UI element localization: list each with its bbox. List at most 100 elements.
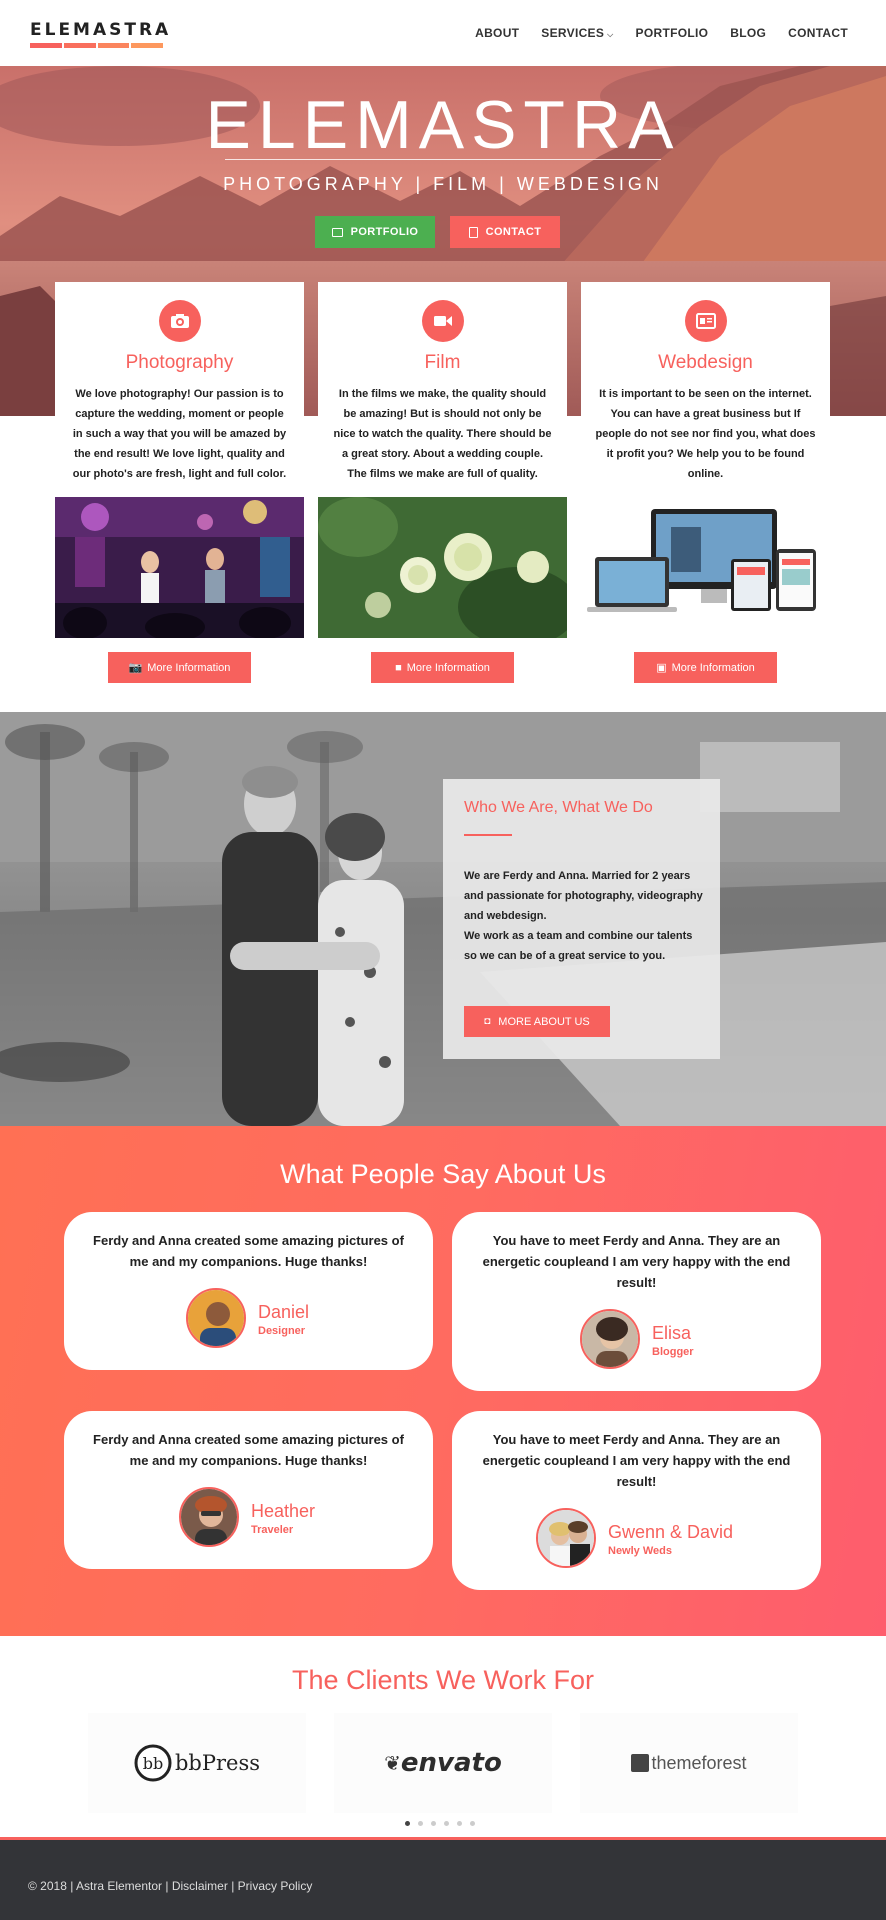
- carousel-dot[interactable]: [431, 1821, 436, 1826]
- footer-copyright: © 2018: [28, 1879, 67, 1893]
- client-carousel-dots: [405, 1821, 475, 1826]
- film-more-button[interactable]: ■ More Information: [371, 652, 514, 683]
- client-logo-envato[interactable]: ❦ envato: [334, 1713, 552, 1813]
- about-card: Who We Are, What We Do We are Ferdy and …: [443, 779, 720, 1059]
- nav-about[interactable]: ABOUT: [475, 26, 519, 40]
- about-divider: [464, 834, 512, 836]
- service-button-label: More Information: [406, 661, 490, 674]
- hero-contact-label: CONTACT: [485, 226, 542, 238]
- client-logo-text: themeforest: [651, 1752, 747, 1773]
- nav-portfolio[interactable]: PORTFOLIO: [636, 26, 709, 40]
- testimonial-quote: Ferdy and Anna created some amazing pict…: [93, 1233, 404, 1269]
- responsive-devices-image: [581, 497, 830, 638]
- video-camera-icon: ■: [395, 661, 402, 674]
- hero-title: ELEMASTRA: [205, 87, 681, 163]
- testimonial-name: Daniel: [258, 1302, 310, 1322]
- service-title: Film: [424, 352, 461, 373]
- hero-portfolio-button[interactable]: PORTFOLIO: [315, 216, 435, 248]
- nav-contact[interactable]: CONTACT: [788, 26, 848, 40]
- client-logo-text: envato: [400, 1748, 502, 1778]
- footer-site-link[interactable]: Astra Elementor: [76, 1879, 162, 1893]
- site-footer: © 2018 | Astra Elementor | Disclaimer | …: [0, 1837, 886, 1920]
- more-about-us-label: MORE ABOUT US: [498, 1015, 590, 1028]
- video-camera-icon: [434, 316, 452, 326]
- about-title: Who We Are, What We Do: [464, 799, 653, 816]
- carousel-dot[interactable]: [418, 1821, 423, 1826]
- carousel-dot[interactable]: [457, 1821, 462, 1826]
- camera-icon: 📷: [128, 662, 143, 674]
- camera-icon: [171, 314, 189, 328]
- carousel-dot[interactable]: [470, 1821, 475, 1826]
- id-card-icon: [696, 313, 716, 329]
- nav-services-label: SERVICES: [541, 26, 605, 40]
- testimonial-role: Traveler: [251, 1524, 294, 1536]
- service-text: In the films we make, the quality should…: [333, 388, 552, 480]
- testimonial-role: Designer: [258, 1325, 306, 1337]
- hero-title-divider: [225, 159, 661, 160]
- about-section: Who We Are, What We Do We are Ferdy and …: [0, 712, 886, 1126]
- hero-portfolio-label: PORTFOLIO: [350, 226, 419, 238]
- photography-more-button[interactable]: 📷 More Information: [108, 652, 251, 683]
- testimonials-section: What People Say About Us Ferdy and Anna …: [0, 1126, 886, 1636]
- concert-photo: [55, 497, 304, 638]
- nav-blog[interactable]: BLOG: [730, 26, 766, 40]
- service-text: It is important to be seen on the intern…: [595, 388, 816, 480]
- testimonial-card: You have to meet Ferdy and Anna. They ar…: [452, 1411, 821, 1590]
- client-logo-themeforest[interactable]: themeforest: [580, 1713, 798, 1813]
- service-card-film: Film In the films we make, the quality s…: [318, 282, 567, 683]
- service-title: Photography: [125, 352, 234, 373]
- logo-text: ELEMASTRA: [30, 20, 172, 40]
- testimonial-role: Newly Weds: [608, 1545, 672, 1557]
- service-icon-circle: [422, 300, 464, 342]
- footer-privacy-link[interactable]: Privacy Policy: [238, 1879, 313, 1893]
- site-header: ELEMASTRA ABOUT SERVICES ⌵ PORTFOLIO BLOG…: [0, 0, 886, 66]
- contact-card-icon: [468, 226, 478, 238]
- themeforest-icon: [631, 1754, 650, 1772]
- footer-text: © 2018 | Astra Elementor | Disclaimer | …: [28, 1879, 312, 1893]
- gift-icon: ◘: [484, 1016, 491, 1027]
- testimonial-quote: You have to meet Ferdy and Anna. They ar…: [482, 1432, 791, 1489]
- service-icon-circle: [685, 300, 727, 342]
- service-title: Webdesign: [658, 352, 753, 373]
- footer-separator: |: [162, 1879, 172, 1893]
- service-button-label: More Information: [147, 661, 231, 674]
- testimonial-quote: Ferdy and Anna created some amazing pict…: [93, 1432, 404, 1468]
- leaf-icon: ❦: [384, 1752, 401, 1775]
- testimonial-card: You have to meet Ferdy and Anna. They ar…: [452, 1212, 821, 1391]
- footer-separator: |: [227, 1879, 238, 1893]
- more-about-us-button[interactable]: ◘ MORE ABOUT US: [464, 1006, 610, 1037]
- testimonials-title: What People Say About Us: [280, 1159, 606, 1189]
- testimonial-name: Gwenn & David: [608, 1522, 734, 1542]
- service-card-webdesign: Webdesign It is important to be seen on …: [581, 282, 830, 683]
- testimonial-role: Blogger: [652, 1346, 694, 1358]
- nav-services[interactable]: SERVICES ⌵: [541, 26, 613, 40]
- avatar: [580, 1309, 640, 1369]
- service-card-photography: Photography We love photography! Our pas…: [55, 282, 304, 683]
- service-button-label: More Information: [671, 661, 755, 674]
- testimonial-card: Ferdy and Anna created some amazing pict…: [64, 1212, 433, 1370]
- hero-subtitle: PHOTOGRAPHY | FILM | WEBDESIGN: [223, 174, 663, 194]
- testimonial-name: Elisa: [652, 1323, 692, 1343]
- portfolio-icon: [331, 227, 343, 237]
- carousel-dot[interactable]: [405, 1821, 410, 1826]
- client-logo-text: bbPress: [174, 1751, 261, 1775]
- client-logo-bbpress[interactable]: bb bbPress: [88, 1713, 306, 1813]
- about-paragraph: We are Ferdy and Anna. Married for 2 yea…: [464, 870, 703, 922]
- footer-disclaimer-link[interactable]: Disclaimer: [172, 1879, 228, 1893]
- hero-contact-button[interactable]: CONTACT: [450, 216, 560, 248]
- svg-text:bb: bb: [143, 1754, 163, 1773]
- about-paragraph: We work as a team and combine our talent…: [464, 930, 693, 962]
- service-text: We love photography! Our passion is to c…: [72, 388, 287, 480]
- service-icon-circle: [159, 300, 201, 342]
- id-card-icon: ▣: [656, 662, 667, 674]
- avatar: [536, 1508, 596, 1568]
- webdesign-more-button[interactable]: ▣ More Information: [634, 652, 777, 683]
- footer-separator: |: [66, 1879, 76, 1893]
- testimonial-card: Ferdy and Anna created some amazing pict…: [64, 1411, 433, 1569]
- carousel-dot[interactable]: [444, 1821, 449, 1826]
- site-logo[interactable]: ELEMASTRA: [30, 20, 171, 48]
- roses-photo: [318, 497, 567, 638]
- main-nav: ABOUT SERVICES ⌵ PORTFOLIO BLOG CONTACT: [475, 26, 848, 40]
- chevron-down-icon: ⌵: [607, 30, 614, 39]
- logo-color-bar: [30, 43, 163, 48]
